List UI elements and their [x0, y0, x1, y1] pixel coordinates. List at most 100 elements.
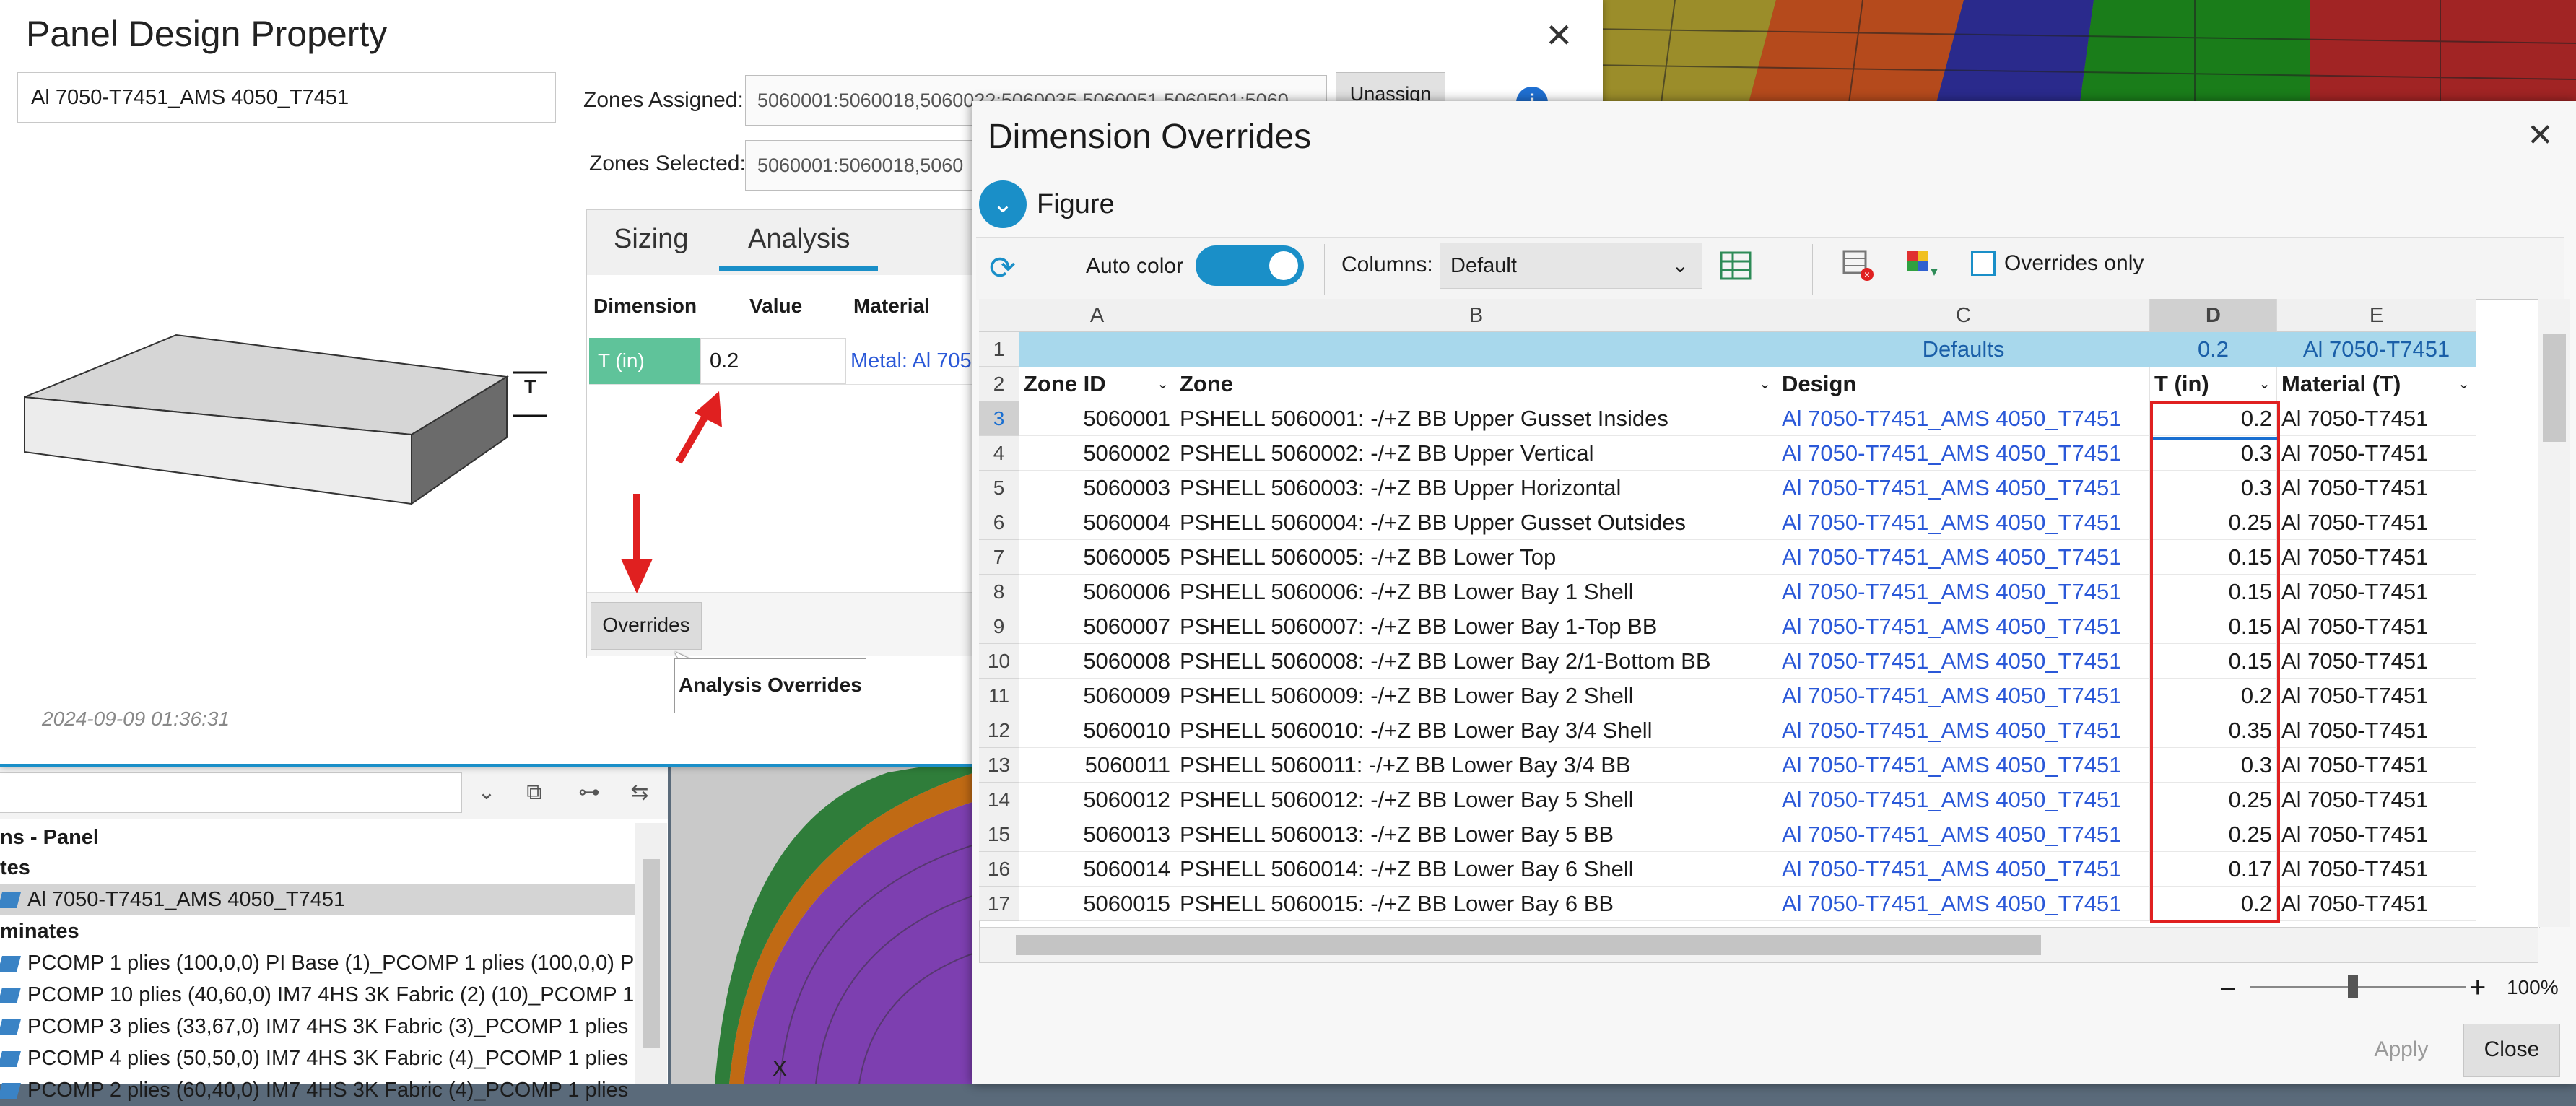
- material-link[interactable]: Metal: Al 7050-T7451: [848, 338, 980, 384]
- cell-zone-id[interactable]: 5060002: [1019, 436, 1175, 471]
- column-layout-icon[interactable]: [1720, 250, 1752, 282]
- column-letter-C[interactable]: C: [1777, 299, 2150, 332]
- default-t-value[interactable]: 0.2: [2150, 332, 2277, 367]
- value-cell[interactable]: 0.2: [700, 338, 846, 384]
- cell-material[interactable]: Al 7050-T7451: [2277, 505, 2476, 540]
- cell-design[interactable]: Al 7050-T7451_AMS 4050_T7451: [1777, 713, 2150, 748]
- cell-design[interactable]: Al 7050-T7451_AMS 4050_T7451: [1777, 748, 2150, 783]
- cell-zone-id[interactable]: 5060007: [1019, 609, 1175, 644]
- overrides-button[interactable]: Overrides: [591, 602, 702, 650]
- cell-design[interactable]: Al 7050-T7451_AMS 4050_T7451: [1777, 575, 2150, 609]
- header-material-t[interactable]: Material (T) ⌄: [2277, 367, 2476, 401]
- cell-zone[interactable]: PSHELL 5060001: -/+Z BB Upper Gusset Ins…: [1175, 401, 1777, 436]
- cell-zone[interactable]: PSHELL 5060004: -/+Z BB Upper Gusset Out…: [1175, 505, 1777, 540]
- cell-material[interactable]: Al 7050-T7451: [2277, 436, 2476, 471]
- cell-design[interactable]: Al 7050-T7451_AMS 4050_T7451: [1777, 609, 2150, 644]
- zones-selected-field[interactable]: 5060001:5060018,5060: [745, 140, 983, 191]
- cell-zone[interactable]: PSHELL 5060003: -/+Z BB Upper Horizontal: [1175, 471, 1777, 505]
- tree-structure-icon[interactable]: ⊶: [575, 778, 604, 807]
- tab-sizing[interactable]: Sizing: [614, 224, 689, 255]
- tree-scrollbar[interactable]: [635, 823, 667, 1084]
- cell-design[interactable]: Al 7050-T7451_AMS 4050_T7451: [1777, 540, 2150, 575]
- chevron-down-icon[interactable]: ⌄: [979, 180, 1027, 228]
- cell-design[interactable]: Al 7050-T7451_AMS 4050_T7451: [1777, 436, 2150, 471]
- cell-material[interactable]: Al 7050-T7451: [2277, 887, 2476, 921]
- figure-section-label[interactable]: Figure: [1037, 189, 1115, 220]
- tab-analysis[interactable]: Analysis: [748, 224, 850, 255]
- close-button[interactable]: Close: [2463, 1024, 2560, 1077]
- cell-zone[interactable]: PSHELL 5060009: -/+Z BB Lower Bay 2 Shel…: [1175, 679, 1777, 713]
- cell-design[interactable]: Al 7050-T7451_AMS 4050_T7451: [1777, 401, 2150, 436]
- tree-section-materials[interactable]: tes: [0, 852, 635, 884]
- cell-material[interactable]: Al 7050-T7451: [2277, 713, 2476, 748]
- cell-design[interactable]: Al 7050-T7451_AMS 4050_T7451: [1777, 887, 2150, 921]
- cell-material[interactable]: Al 7050-T7451: [2277, 783, 2476, 817]
- cell-zone-id[interactable]: 5060010: [1019, 713, 1175, 748]
- default-material-value[interactable]: Al 7050-T7451: [2277, 332, 2476, 367]
- filter-icon[interactable]: ⌄: [1759, 367, 1771, 401]
- copy-icon[interactable]: ⧉: [520, 778, 549, 807]
- cell-material[interactable]: Al 7050-T7451: [2277, 644, 2476, 679]
- fem-mesh-view-bottom[interactable]: X: [671, 758, 975, 1084]
- cell-design[interactable]: Al 7050-T7451_AMS 4050_T7451: [1777, 471, 2150, 505]
- cell-zone[interactable]: PSHELL 5060011: -/+Z BB Lower Bay 3/4 BB: [1175, 748, 1777, 783]
- close-icon[interactable]: ✕: [2527, 117, 2554, 154]
- cell-material[interactable]: Al 7050-T7451: [2277, 575, 2476, 609]
- cell-zone-id[interactable]: 5060015: [1019, 887, 1175, 921]
- sheet-vertical-scrollbar[interactable]: [2538, 299, 2570, 927]
- cell-zone[interactable]: PSHELL 5060015: -/+Z BB Lower Bay 6 BB: [1175, 887, 1777, 921]
- auto-color-toggle[interactable]: [1196, 245, 1304, 286]
- filter-icon[interactable]: ⌄: [1157, 367, 1169, 401]
- column-letter-E[interactable]: E: [2277, 299, 2476, 332]
- zoom-in-button[interactable]: +: [2469, 972, 2486, 1004]
- cell-material[interactable]: Al 7050-T7451: [2277, 609, 2476, 644]
- clear-overrides-icon[interactable]: ×: [1842, 250, 1874, 282]
- dimension-cell[interactable]: T (in): [589, 338, 700, 384]
- chevron-down-icon[interactable]: ⌄: [472, 778, 501, 807]
- swap-icon[interactable]: ⇆: [625, 778, 654, 807]
- tree-item-selected[interactable]: Al 7050-T7451_AMS 4050_T7451: [0, 884, 635, 915]
- cell-material[interactable]: Al 7050-T7451: [2277, 748, 2476, 783]
- tree-item[interactable]: PCOMP 4 plies (50,50,0) IM7 4HS 3K Fabri…: [0, 1042, 635, 1074]
- cell-zone[interactable]: PSHELL 5060014: -/+Z BB Lower Bay 6 Shel…: [1175, 852, 1777, 887]
- tree-item[interactable]: PCOMP 10 plies (40,60,0) IM7 4HS 3K Fabr…: [0, 979, 635, 1011]
- fem-mesh-view-top[interactable]: [1588, 0, 2576, 108]
- cell-zone-id[interactable]: 5060014: [1019, 852, 1175, 887]
- header-zone[interactable]: Zone ⌄: [1175, 367, 1777, 401]
- filter-icon[interactable]: ⌄: [2458, 367, 2470, 401]
- header-t[interactable]: T (in) ⌄: [2150, 367, 2277, 401]
- zoom-out-button[interactable]: −: [2219, 973, 2236, 1006]
- cell-zone[interactable]: PSHELL 5060005: -/+Z BB Lower Top: [1175, 540, 1777, 575]
- cell-design[interactable]: Al 7050-T7451_AMS 4050_T7451: [1777, 783, 2150, 817]
- property-name-field[interactable]: Al 7050-T7451_AMS 4050_T7451: [17, 72, 556, 123]
- cell-design[interactable]: Al 7050-T7451_AMS 4050_T7451: [1777, 679, 2150, 713]
- color-map-icon[interactable]: [1905, 247, 1941, 283]
- cell-zone-id[interactable]: 5060009: [1019, 679, 1175, 713]
- apply-button[interactable]: Apply: [2355, 1024, 2447, 1076]
- columns-select[interactable]: Default ⌄: [1440, 243, 1702, 289]
- cell-zone-id[interactable]: 5060008: [1019, 644, 1175, 679]
- cell-zone[interactable]: PSHELL 5060013: -/+Z BB Lower Bay 5 BB: [1175, 817, 1777, 852]
- column-letter-A[interactable]: A: [1019, 299, 1175, 332]
- cell-zone-id[interactable]: 5060006: [1019, 575, 1175, 609]
- close-icon[interactable]: ✕: [1545, 16, 1573, 55]
- cell-zone[interactable]: PSHELL 5060002: -/+Z BB Upper Vertical: [1175, 436, 1777, 471]
- header-design[interactable]: Design: [1777, 367, 2150, 401]
- cell-zone-id[interactable]: 5060011: [1019, 748, 1175, 783]
- cell-material[interactable]: Al 7050-T7451: [2277, 817, 2476, 852]
- scrollbar-thumb[interactable]: [2543, 334, 2566, 442]
- cell-material[interactable]: Al 7050-T7451: [2277, 852, 2476, 887]
- column-letter-D[interactable]: D: [2150, 299, 2277, 332]
- cell-zone-id[interactable]: 5060003: [1019, 471, 1175, 505]
- filter-icon[interactable]: ⌄: [2258, 367, 2271, 401]
- cell-zone[interactable]: PSHELL 5060006: -/+Z BB Lower Bay 1 Shel…: [1175, 575, 1777, 609]
- cell-material[interactable]: Al 7050-T7451: [2277, 540, 2476, 575]
- cell-design[interactable]: Al 7050-T7451_AMS 4050_T7451: [1777, 817, 2150, 852]
- zoom-slider[interactable]: [2250, 986, 2466, 988]
- tree-section-laminates[interactable]: minates: [0, 915, 635, 947]
- cell-material[interactable]: Al 7050-T7451: [2277, 471, 2476, 505]
- overrides-only-checkbox[interactable]: [1971, 251, 1996, 276]
- cell-design[interactable]: Al 7050-T7451_AMS 4050_T7451: [1777, 505, 2150, 540]
- cell-zone-id[interactable]: 5060012: [1019, 783, 1175, 817]
- scrollbar-thumb[interactable]: [643, 859, 660, 1048]
